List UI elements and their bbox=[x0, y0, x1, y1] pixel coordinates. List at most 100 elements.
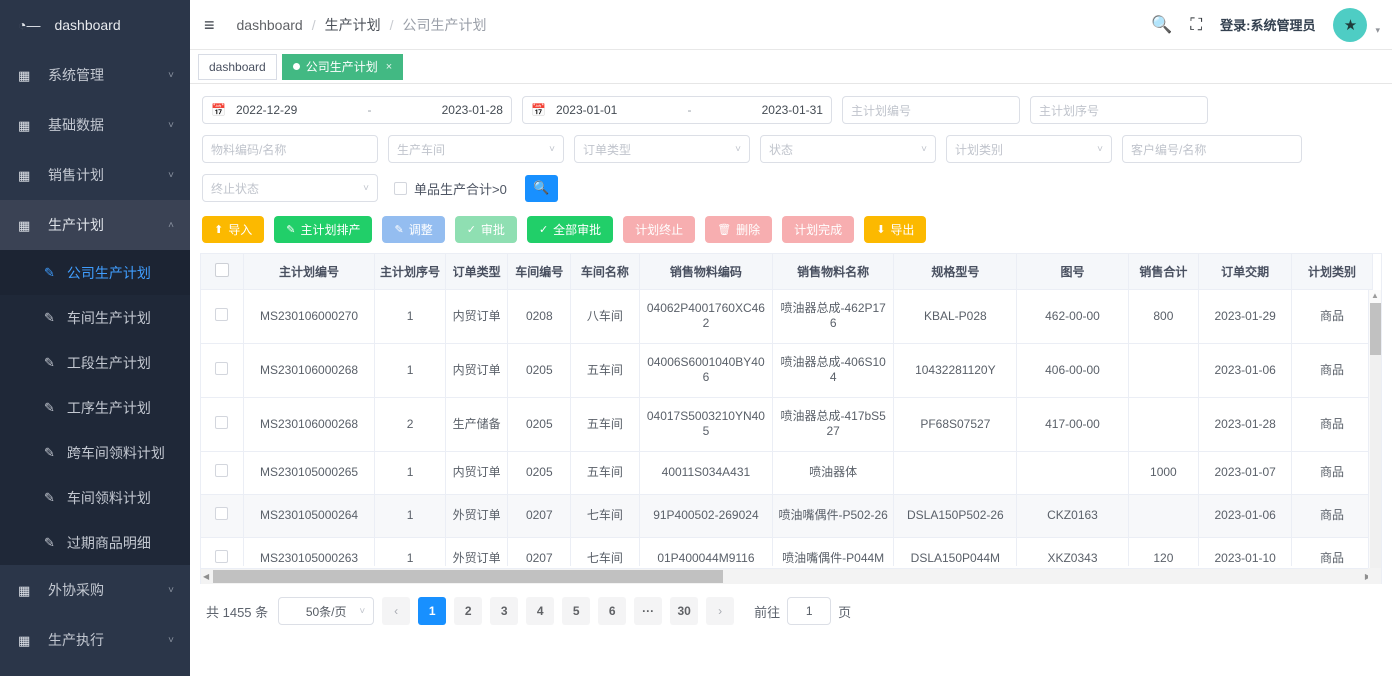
breadcrumb-item-production-plan[interactable]: 生产计划 bbox=[325, 15, 381, 35]
row-select-cell[interactable] bbox=[201, 494, 243, 537]
sidebar-item-basic-data[interactable]: ▦ 基础数据 ˅ bbox=[0, 100, 190, 150]
terminate-status-select[interactable]: 终止状态 ˅ bbox=[202, 174, 378, 202]
row-checkbox[interactable] bbox=[215, 416, 228, 429]
vertical-scroll-track[interactable] bbox=[1370, 355, 1381, 572]
page-button-2[interactable]: 2 bbox=[454, 597, 482, 625]
col-spec-model[interactable]: 规格型号 bbox=[894, 254, 1017, 289]
sidebar-item-company-production-plan[interactable]: ✎ 公司生产计划 bbox=[0, 250, 190, 295]
col-workshop-no[interactable]: 车间编号 bbox=[508, 254, 571, 289]
sidebar-item-system-management[interactable]: ▦ 系统管理 ˅ bbox=[0, 50, 190, 100]
sidebar-item-expired-goods-detail[interactable]: ✎ 过期商品明细 bbox=[0, 520, 190, 565]
row-select-cell[interactable] bbox=[201, 537, 243, 566]
col-master-plan-seq[interactable]: 主计划序号 bbox=[375, 254, 446, 289]
order-type-select[interactable]: 订单类型 ˅ bbox=[574, 135, 750, 163]
table-row[interactable]: MS230105000264 1 外贸订单 0207 七车间 91P400502… bbox=[201, 494, 1373, 537]
customer-code-name-input[interactable]: 客户编号/名称 bbox=[1122, 135, 1302, 163]
row-select-cell[interactable] bbox=[201, 451, 243, 494]
export-button[interactable]: ⬇ 导出 bbox=[864, 216, 926, 243]
sidebar-item-cross-workshop-material-plan[interactable]: ✎ 跨车间领料计划 bbox=[0, 430, 190, 475]
row-select-cell[interactable] bbox=[201, 289, 243, 343]
row-select-cell[interactable] bbox=[201, 343, 243, 397]
page-size-select[interactable]: 50条/页 ˅ bbox=[278, 597, 374, 625]
avatar[interactable]: ★ bbox=[1333, 8, 1367, 42]
master-plan-no-input[interactable]: 主计划编号 bbox=[842, 96, 1020, 124]
sidebar-item-outsourced-purchase[interactable]: ▦ 外协采购 ˅ bbox=[0, 565, 190, 615]
col-sales-total[interactable]: 销售合计 bbox=[1128, 254, 1199, 289]
search-button[interactable]: 🔍 bbox=[525, 175, 558, 202]
tab-dashboard[interactable]: dashboard bbox=[198, 54, 277, 80]
goto-page-input[interactable]: 1 bbox=[787, 597, 831, 625]
col-order-type[interactable]: 订单类型 bbox=[445, 254, 508, 289]
close-icon[interactable]: × bbox=[386, 61, 392, 73]
complete-plan-button[interactable]: 计划完成 bbox=[782, 216, 854, 243]
table-row[interactable]: MS230106000268 2 生产储备 0205 五车间 04017S500… bbox=[201, 397, 1373, 451]
page-button-1[interactable]: 1 bbox=[418, 597, 446, 625]
sidebar-item-section-production-plan[interactable]: ✎ 工段生产计划 bbox=[0, 340, 190, 385]
page-ellipsis[interactable]: ··· bbox=[634, 597, 662, 625]
row-checkbox[interactable] bbox=[215, 464, 228, 477]
scroll-left-icon[interactable]: ◀ bbox=[203, 572, 209, 581]
col-sales-material-code[interactable]: 销售物料编码 bbox=[639, 254, 772, 289]
workshop-select[interactable]: 生产车间 ˅ bbox=[388, 135, 564, 163]
scroll-up-icon[interactable]: ▲ bbox=[1371, 292, 1379, 300]
breadcrumb: dashboard / 生产计划 / 公司生产计划 bbox=[237, 15, 487, 35]
prev-page-button[interactable]: ‹ bbox=[382, 597, 410, 625]
vertical-scroll-thumb[interactable] bbox=[1370, 303, 1381, 355]
col-sales-material-name[interactable]: 销售物料名称 bbox=[773, 254, 894, 289]
master-plan-schedule-button[interactable]: ✎ 主计划排产 bbox=[274, 216, 372, 243]
col-master-plan-no[interactable]: 主计划编号 bbox=[243, 254, 374, 289]
single-product-total-checkbox[interactable]: 单品生产合计>0 bbox=[394, 179, 507, 198]
sidebar-item-workshop-material-plan[interactable]: ✎ 车间领料计划 bbox=[0, 475, 190, 520]
sidebar-item-production-execution[interactable]: ▦ 生产执行 ˅ bbox=[0, 615, 190, 665]
col-order-due-date[interactable]: 订单交期 bbox=[1199, 254, 1292, 289]
table-row[interactable]: MS230105000263 1 外贸订单 0207 七车间 01P400044… bbox=[201, 537, 1373, 566]
breadcrumb-item-dashboard[interactable]: dashboard bbox=[237, 17, 303, 33]
status-select[interactable]: 状态 ˅ bbox=[760, 135, 936, 163]
row-checkbox[interactable] bbox=[215, 308, 228, 321]
hamburger-icon[interactable]: ≡ bbox=[204, 16, 215, 34]
horizontal-scroll-thumb[interactable] bbox=[213, 570, 723, 583]
checkbox-box[interactable] bbox=[394, 182, 407, 195]
material-code-name-input[interactable]: 物料编码/名称 bbox=[202, 135, 378, 163]
row-checkbox[interactable] bbox=[215, 550, 228, 563]
plan-category-select[interactable]: 计划类别 ˅ bbox=[946, 135, 1112, 163]
sidebar-logo[interactable]: ◔— dashboard bbox=[0, 0, 190, 50]
tab-company-production-plan[interactable]: 公司生产计划 × bbox=[282, 54, 403, 80]
delete-button[interactable]: 🗑 删除 bbox=[705, 216, 772, 243]
table-row[interactable]: MS230106000270 1 内贸订单 0208 八车间 04062P400… bbox=[201, 289, 1373, 343]
select-all-header[interactable] bbox=[201, 254, 243, 289]
col-drawing-no[interactable]: 图号 bbox=[1017, 254, 1128, 289]
date-range-picker-1[interactable]: 📅 2022-12-29 - 2023-01-28 bbox=[202, 96, 512, 124]
page-button-6[interactable]: 6 bbox=[598, 597, 626, 625]
master-plan-seq-input[interactable]: 主计划序号 bbox=[1030, 96, 1208, 124]
approve-all-button[interactable]: ✓ 全部审批 bbox=[527, 216, 613, 243]
page-button-4[interactable]: 4 bbox=[526, 597, 554, 625]
sidebar-item-process-production-plan[interactable]: ✎ 工序生产计划 bbox=[0, 385, 190, 430]
next-page-button[interactable]: › bbox=[706, 597, 734, 625]
date-range-picker-2[interactable]: 📅 2023-01-01 - 2023-01-31 bbox=[522, 96, 832, 124]
search-icon[interactable]: 🔍 bbox=[1151, 16, 1172, 33]
adjust-button[interactable]: ✎ 调整 bbox=[382, 216, 444, 243]
row-checkbox[interactable] bbox=[215, 507, 228, 520]
row-checkbox[interactable] bbox=[215, 362, 228, 375]
sidebar-item-workshop-production-plan[interactable]: ✎ 车间生产计划 bbox=[0, 295, 190, 340]
terminate-plan-button[interactable]: 计划终止 bbox=[623, 216, 695, 243]
page-button-3[interactable]: 3 bbox=[490, 597, 518, 625]
table-row[interactable]: MS230106000268 1 内贸订单 0205 五车间 04006S600… bbox=[201, 343, 1373, 397]
fullscreen-icon[interactable]: ⛶ bbox=[1190, 16, 1202, 33]
approve-button[interactable]: ✓ 审批 bbox=[455, 216, 517, 243]
page-button-5[interactable]: 5 bbox=[562, 597, 590, 625]
col-plan-category[interactable]: 计划类别 bbox=[1292, 254, 1373, 289]
table-horizontal-scrollbar[interactable]: ◀ ▶ bbox=[201, 568, 1373, 584]
chevron-down-icon[interactable]: ▾ bbox=[1375, 25, 1380, 36]
row-select-cell[interactable] bbox=[201, 397, 243, 451]
import-button[interactable]: ⬆ 导入 bbox=[202, 216, 264, 243]
table-row[interactable]: MS230105000265 1 内贸订单 0205 五车间 40011S034… bbox=[201, 451, 1373, 494]
sidebar-item-sales-plan[interactable]: ▦ 销售计划 ˅ bbox=[0, 150, 190, 200]
sidebar-item-production-plan[interactable]: ▦ 生产计划 ˄ bbox=[0, 200, 190, 250]
page-button-30[interactable]: 30 bbox=[670, 597, 698, 625]
cell-order-type: 内贸订单 bbox=[445, 343, 508, 397]
table-vertical-scrollbar[interactable]: ▲ ▼ bbox=[1368, 290, 1381, 584]
col-workshop-name[interactable]: 车间名称 bbox=[571, 254, 640, 289]
select-all-checkbox[interactable] bbox=[215, 263, 229, 277]
